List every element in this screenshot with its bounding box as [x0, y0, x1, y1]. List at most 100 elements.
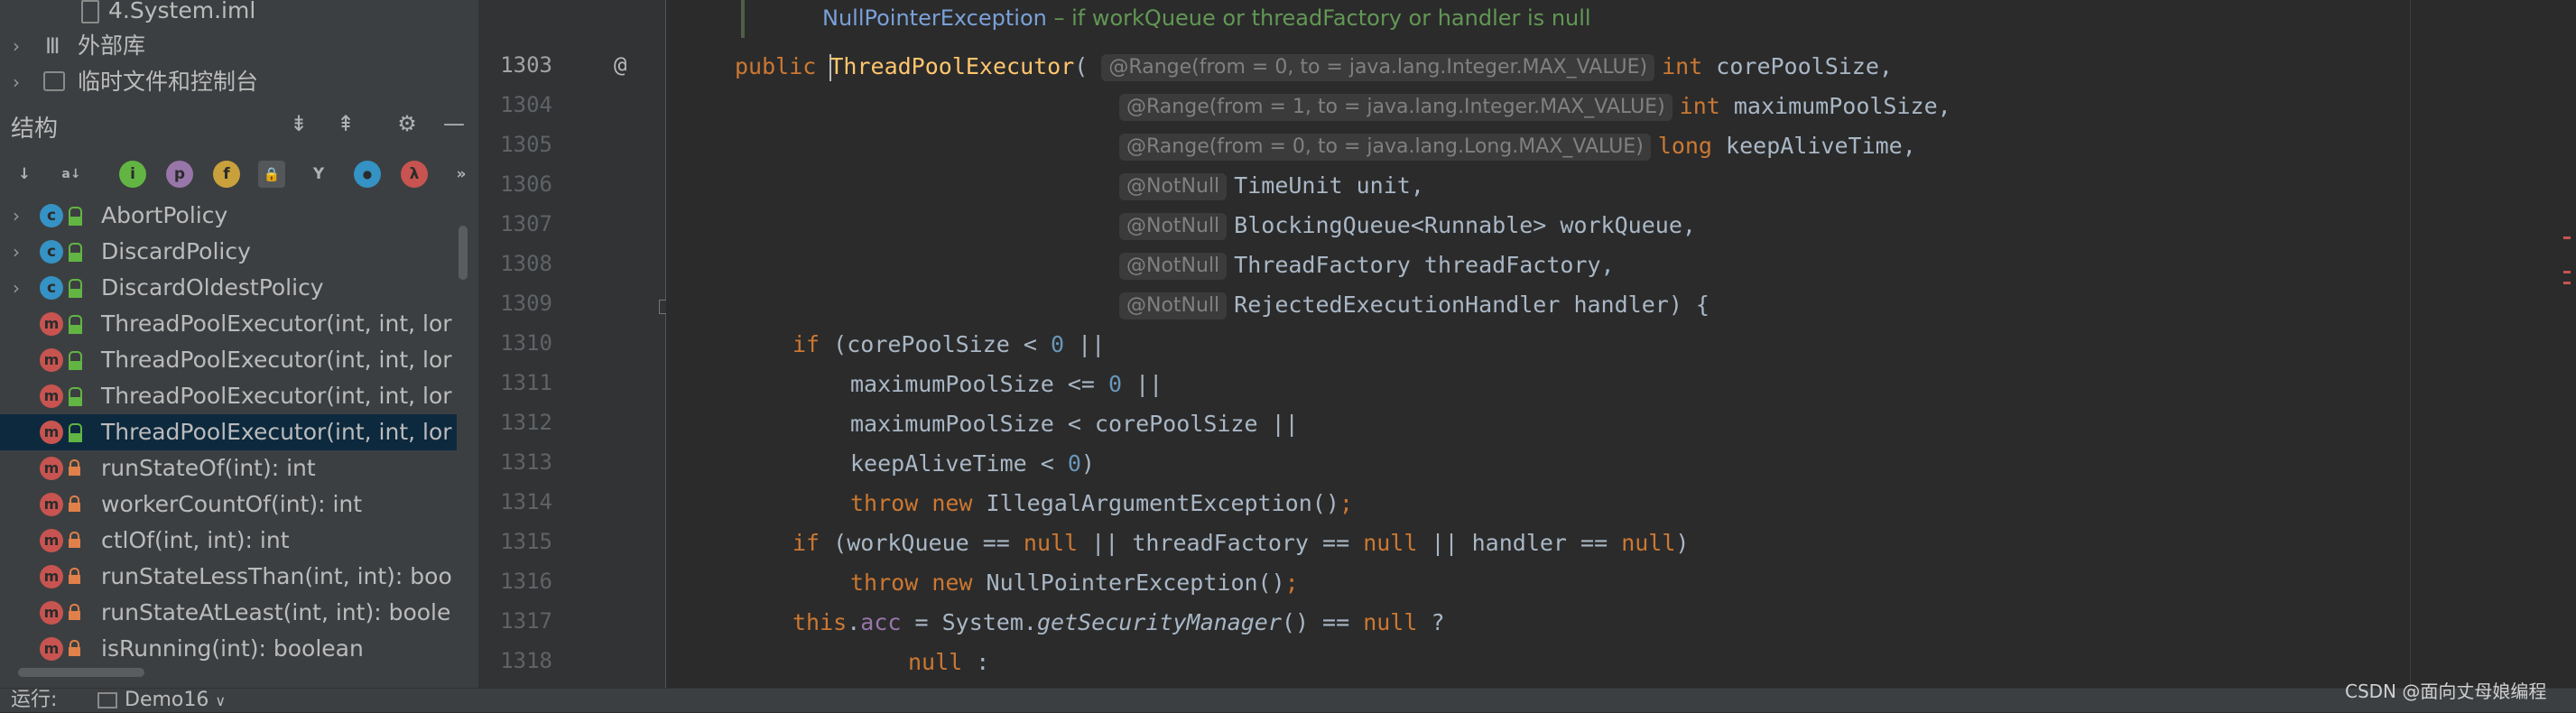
structure-item-method[interactable]: m ctlOf(int, int): int — [0, 523, 457, 559]
private-lock-icon — [69, 640, 80, 656]
run-tab-demo[interactable]: Demo16 ∨ — [97, 689, 226, 713]
structure-item-label: ThreadPoolExecutor(int, int, lor — [101, 419, 452, 445]
structure-item-class[interactable]: › c DiscardOldestPolicy — [0, 270, 457, 306]
structure-item-class[interactable]: › c DiscardPolicy — [0, 234, 457, 270]
code-text: || — [1064, 331, 1106, 357]
keyword: throw — [850, 490, 932, 516]
private-lock-icon — [69, 532, 80, 548]
code-line-1312[interactable]: maximumPoolSize < corePoolSize || — [850, 404, 1299, 444]
keyword: if — [792, 530, 820, 556]
semicolon: ; — [1339, 490, 1353, 516]
sort-visibility-icon[interactable]: ↓ — [11, 161, 38, 188]
expand-all-icon[interactable]: ⇟ — [285, 110, 312, 137]
show-non-public-icon[interactable]: 🔒 — [258, 161, 285, 188]
inlay-hint: @NotNull — [1119, 213, 1228, 240]
structure-item-method-selected[interactable]: m ThreadPoolExecutor(int, int, lor — [0, 414, 457, 450]
show-lambdas-icon[interactable]: λ — [401, 161, 428, 188]
chevron-right-icon[interactable]: › — [13, 234, 20, 270]
line-number: 1316 — [500, 569, 552, 594]
method-name: ThreadPoolExecutor — [829, 53, 1075, 79]
code-text: BlockingQueue<Runnable> workQueue, — [1234, 212, 1696, 238]
code-line-1308[interactable]: @NotNull ThreadFactory threadFactory, — [1119, 245, 1615, 285]
error-stripe-marker[interactable] — [2563, 271, 2571, 273]
null-keyword: null — [1363, 609, 1418, 635]
null-keyword: null — [908, 649, 963, 675]
show-inherited-icon[interactable]: i — [119, 161, 146, 188]
keyword: new — [931, 569, 987, 596]
structure-item-method[interactable]: m workerCountOf(int): int — [0, 486, 457, 523]
keyword: new — [931, 490, 987, 516]
line-number: 1310 — [500, 330, 552, 356]
gear-icon[interactable]: ⚙ — [394, 110, 421, 137]
line-number: 1315 — [500, 529, 552, 554]
show-hierarchy-icon[interactable]: Y — [305, 161, 332, 188]
method-icon: m — [40, 529, 63, 552]
code-line-1310[interactable]: if (corePoolSize < 0 || — [792, 325, 1105, 365]
line-number: 1308 — [500, 251, 552, 276]
structure-item-method[interactable]: m isRunning(int): boolean — [0, 631, 457, 667]
line-number: 1306 — [500, 171, 552, 197]
line-number: 1309 — [500, 291, 552, 316]
run-label: 运行: — [11, 689, 58, 711]
structure-item-label: ctlOf(int, int): int — [101, 527, 290, 553]
code-line-1303[interactable]: public ThreadPoolExecutor( @Range(from =… — [735, 47, 1893, 87]
code-line-1304[interactable]: @Range(from = 1, to = java.lang.Integer.… — [1119, 87, 1951, 126]
chevron-right-icon[interactable]: › — [13, 270, 20, 306]
code-line-1311[interactable]: maximumPoolSize <= 0 || — [850, 365, 1163, 404]
null-keyword: null — [1621, 530, 1676, 556]
code-line-1317[interactable]: this.acc = System.getSecurityManager() =… — [792, 603, 1445, 643]
code-line-1314[interactable]: throw new IllegalArgumentException(); — [850, 484, 1353, 523]
code-text: maximumPoolSize <= — [850, 371, 1108, 397]
more-icon[interactable]: » — [448, 161, 475, 188]
structure-vertical-scrollbar[interactable] — [459, 226, 468, 280]
structure-horizontal-scrollbar[interactable] — [18, 668, 144, 677]
structure-toolbar: ↓ a↓ i p f 🔒 Y ● λ » — [0, 153, 478, 197]
code-line-1307[interactable]: @NotNull BlockingQueue<Runnable> workQueu… — [1119, 206, 1696, 245]
structure-item-method[interactable]: m ThreadPoolExecutor(int, int, lor — [0, 342, 457, 378]
public-visibility-icon — [69, 243, 82, 262]
chevron-down-icon[interactable]: ∨ — [215, 692, 226, 709]
error-stripe-marker[interactable] — [2563, 282, 2571, 284]
chevron-right-icon[interactable]: › — [13, 198, 20, 234]
code-text: maximumPoolSize < corePoolSize || — [850, 411, 1299, 437]
code-line-1315[interactable]: if (workQueue == null || threadFactory =… — [792, 523, 1689, 563]
structure-item-method[interactable]: m runStateLessThan(int, int): boo — [0, 559, 457, 595]
show-anonymous-icon[interactable]: ● — [354, 161, 381, 188]
chevron-right-icon[interactable]: › — [13, 28, 20, 64]
structure-item-method[interactable]: m runStateOf(int): int — [0, 450, 457, 486]
code-line-1316[interactable]: throw new NullPointerException(); — [850, 563, 1299, 603]
file-icon — [81, 0, 99, 23]
semicolon: ; — [1284, 569, 1299, 596]
show-fields-icon[interactable]: f — [213, 161, 240, 188]
type-keyword: int — [1679, 93, 1720, 119]
sort-alpha-icon[interactable]: a↓ — [58, 161, 85, 188]
chevron-right-icon[interactable]: › — [13, 64, 20, 100]
keyword: public — [735, 53, 830, 79]
code-line-1305[interactable]: @Range(from = 0, to = java.lang.Long.MAX… — [1119, 126, 1916, 166]
structure-item-method[interactable]: m ThreadPoolExecutor(int, int, lor — [0, 378, 457, 414]
code-line-1318[interactable]: null : — [908, 643, 989, 682]
paren: ( — [1074, 53, 1089, 79]
code-line-1313[interactable]: keepAliveTime < 0) — [850, 444, 1095, 484]
collapse-all-icon[interactable]: ⇞ — [332, 110, 359, 137]
structure-item-method[interactable]: m ThreadPoolExecutor(int, int, lor — [0, 306, 457, 342]
show-properties-icon[interactable]: p — [166, 161, 193, 188]
code-text: : — [962, 649, 990, 675]
keyword: if — [792, 331, 820, 357]
doc-text: – if workQueue or threadFactory or handl… — [1046, 5, 1591, 31]
private-lock-icon — [69, 459, 80, 476]
code-line-1309[interactable]: @NotNull RejectedExecutionHandler handler… — [1119, 285, 1710, 325]
minimize-icon[interactable]: — — [440, 110, 468, 137]
error-stripe-marker[interactable] — [2563, 236, 2571, 239]
code-line-1306[interactable]: @NotNull TimeUnit unit, — [1119, 166, 1424, 206]
structure-item-label: runStateLessThan(int, int): boo — [101, 563, 452, 589]
implements-gutter-icon[interactable]: @ — [614, 52, 626, 78]
code-editor[interactable]: NullPointerException – if workQueue or t… — [666, 0, 2576, 688]
code-text: keepAliveTime < — [850, 450, 1068, 477]
public-visibility-icon — [69, 279, 82, 298]
structure-item-class[interactable]: › c AbortPolicy — [0, 198, 457, 234]
structure-item-method[interactable]: m runStateAtLeast(int, int): boole — [0, 595, 457, 631]
project-item-label: 临时文件和控制台 — [78, 69, 259, 95]
doc-code-ref: NullPointerException — [822, 5, 1047, 31]
code-text: () == — [1281, 609, 1364, 635]
